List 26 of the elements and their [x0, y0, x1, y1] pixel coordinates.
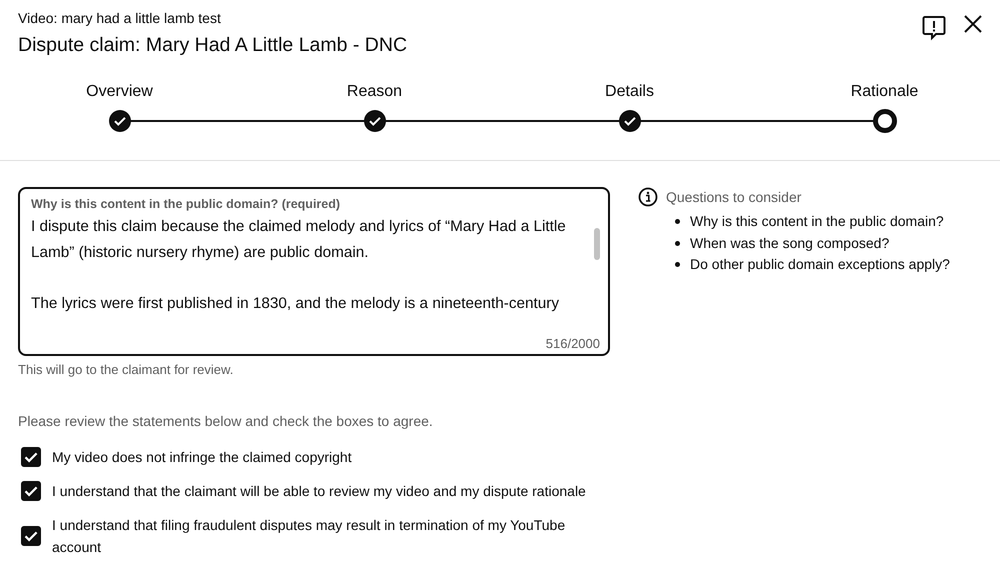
- video-title: Video: mary had a little lamb test: [18, 9, 222, 27]
- step-label: Rationale: [850, 82, 918, 102]
- checkbox[interactable]: [21, 447, 41, 467]
- question-item: When was the song composed?: [690, 234, 890, 253]
- question-item: Why is this content in the public domain?: [690, 212, 944, 231]
- dialog-title: Dispute claim: Mary Had A Little Lamb - DNC: [18, 33, 408, 58]
- character-counter: 516/2000: [544, 336, 600, 351]
- step-label: Overview: [86, 82, 153, 102]
- feedback-icon[interactable]: [922, 15, 946, 41]
- statement-label: I understand that the claimant will be able to review my video and my dispute rationale: [52, 482, 587, 501]
- statement-label: My video does not infringe the claimed copyright: [52, 448, 353, 467]
- step-label: Reason: [346, 82, 402, 102]
- question-item: Do other public domain exceptions apply?: [690, 255, 950, 274]
- instructions-text: Please review the statements below and check the boxes to agree.: [18, 412, 434, 430]
- bullet-icon: [675, 240, 680, 246]
- questions-heading: Questions to consider: [666, 188, 802, 207]
- rationale-field[interactable]: Why is this content in the public domain? (required) I dispute this claim because the claimed melody and lyrics of “Mary Had a Little Lamb” (historic nursery rhyme) are public domain. The lyrics were first published in 1830, and the melody is a nineteenth-century 516/2000: [18, 187, 610, 356]
- checkbox[interactable]: [21, 526, 41, 546]
- helper-text: This will go to the claimant for review.: [18, 362, 234, 378]
- bullet-icon: [675, 219, 680, 224]
- step-label: Details: [605, 82, 654, 102]
- info-icon: [638, 187, 658, 207]
- statement-label: I understand that filing fraudulent disputes may result in termination of my YouTube account: [52, 516, 566, 557]
- checkbox[interactable]: [21, 481, 41, 501]
- close-icon[interactable]: [964, 15, 982, 33]
- bullet-icon: [675, 262, 680, 268]
